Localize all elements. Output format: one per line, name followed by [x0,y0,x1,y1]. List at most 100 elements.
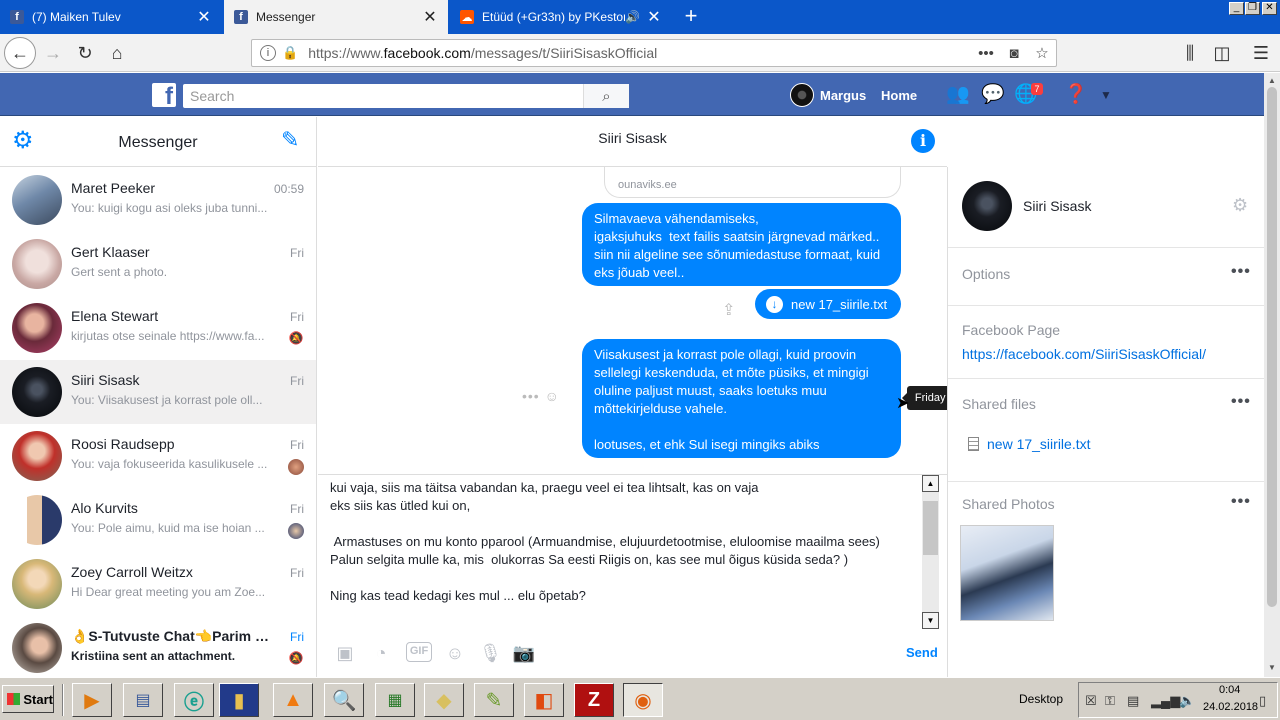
composer-scrollbar[interactable]: ▲ ▼ [922,475,939,629]
media-player-icon[interactable]: ▶ [72,683,112,717]
close-tab-icon[interactable]: ✕ [646,7,662,27]
conversation-item-roosi-raudsepp[interactable]: Roosi Raudsepp You: vaja fokuseerida kas… [0,424,316,488]
conversation-item-gert-klaaser[interactable]: Gert Klaaser Gert sent a photo. Fri [0,232,316,296]
close-window-button[interactable]: ✕ [1262,2,1277,15]
conversation-item-siiri-sisask[interactable]: Siiri Sisask You: Viisakusest ja korrast… [0,360,316,424]
forward-button[interactable]: → [38,38,68,68]
scrollbar-thumb[interactable] [1267,87,1277,607]
more-options-icon[interactable]: ••• [1231,263,1251,281]
tray-icon[interactable]: ▤ [1127,693,1139,709]
pocket-icon[interactable]: ◙ [1000,45,1028,62]
new-tab-button[interactable]: + [678,4,704,30]
conversation-item-elena-stewart[interactable]: Elena Stewart kirjutas otse seinale http… [0,296,316,360]
info-icon[interactable]: i [260,45,276,61]
restore-window-button[interactable]: ❐ [1245,2,1260,15]
page-scrollbar[interactable]: ▲ ▼ [1264,73,1280,677]
conversation-item-alo-kurvits[interactable]: Alo Kurvits You: Pole aimu, kuid ma ise … [0,488,316,552]
home-link[interactable]: Home [881,88,917,103]
compose-message-icon[interactable]: ✎ [281,129,299,151]
firefox-icon[interactable]: ◉ [623,683,663,717]
search-input[interactable] [183,84,583,108]
scroll-up-arrow-icon[interactable]: ▲ [922,475,939,492]
start-button[interactable]: Start [2,685,54,713]
sticker-icon[interactable]: ◔ [370,642,392,664]
browser-tab-soundcloud[interactable]: ☁ Etüüd (+Gr33n) by PKestonia 🔊 ✕ [450,0,672,34]
camera-icon[interactable]: 📷 [512,642,536,664]
info-icon[interactable]: i [911,129,935,153]
more-options-icon[interactable]: ••• [1231,493,1251,511]
gif-icon[interactable]: GIF [406,642,432,662]
lock-icon[interactable]: 🔒 [282,45,298,61]
text-editor-icon[interactable]: ✎ [474,683,514,717]
conversation-title[interactable]: Siiri Sisask [318,130,947,146]
close-tab-icon[interactable]: ✕ [196,7,212,27]
office-icon[interactable]: ◧ [524,683,564,717]
tray-icon[interactable]: ☒ [1085,693,1097,709]
conversation-item-zoey-carroll-weitzx[interactable]: Zoey Carroll Weitzx Hi Dear great meetin… [0,552,316,616]
conversation-item-s-tutvuste-chat[interactable]: 👌S-Tutvuste Chat👈Parim Ü... Kristiina se… [0,616,316,680]
conversation-item-maret-peeker[interactable]: Maret Peeker You: kuigi kogu asi oleks j… [0,168,316,232]
share-icon[interactable]: ⇪ [722,300,735,320]
scroll-down-arrow-icon[interactable]: ▼ [1266,662,1278,674]
sent-message-bubble[interactable]: Silmavaeva vähendamiseks, igaksjuhuks te… [582,203,901,286]
document-viewer-icon[interactable]: ▤ [123,683,163,717]
clock-date[interactable]: 24.02.2018 [1203,701,1258,713]
address-bar[interactable]: i 🔒 https://www.facebook.com/messages/t/… [251,39,1057,67]
terminal-icon[interactable]: ▦ [375,683,415,717]
emoji-reaction-icon[interactable]: ☺ [545,388,560,404]
clock-time[interactable]: 0:04 [1219,684,1240,696]
send-button[interactable]: Send [906,645,938,660]
message-input[interactable]: kui vaja, siis ma täitsa vabandan ka, pr… [330,479,922,627]
vlc-icon[interactable]: ▲ [273,683,313,717]
contact-name[interactable]: Siiri Sisask [1023,198,1091,214]
emoji-icon[interactable]: ☺ [444,642,466,664]
facebook-logo-icon[interactable]: f [152,83,176,107]
message-composer[interactable]: kui vaja, siis ma täitsa vabandan ka, pr… [318,474,947,632]
shared-photo-thumbnail[interactable] [960,525,1054,621]
browser-tab-maiken[interactable]: f (7) Maiken Tulev ✕ [0,0,222,34]
link-preview-card[interactable]: ounaviks.ee [604,167,901,198]
search-button[interactable]: ⌕ [583,84,629,108]
profile-link[interactable]: Margus [790,83,866,107]
more-options-icon[interactable]: ••• [1231,393,1251,411]
help-icon[interactable]: ❓ [1064,84,1088,106]
settings-gear-icon[interactable]: ⚙ [1232,195,1248,216]
sent-message-bubble[interactable]: Viisakusest ja korrast pole ollagi, kuid… [582,339,901,458]
messenger-icon[interactable]: 💬 [981,84,1005,106]
options-section[interactable]: Options ••• [948,247,1265,305]
sidebar-button[interactable]: ◫ [1207,38,1237,68]
account-menu-chevron-icon[interactable]: ▼ [1094,84,1118,106]
minimize-window-button[interactable]: _ [1229,2,1244,15]
notes-icon[interactable]: ◆ [424,683,464,717]
filezilla-icon[interactable]: Z [574,683,614,717]
microphone-icon[interactable]: 🎙 [479,642,502,664]
speaker-icon[interactable]: 🔊 [625,10,640,24]
browser-e-icon[interactable]: ⓔ [174,683,214,717]
network-signal-icon[interactable]: ▂▄▆ [1151,693,1180,709]
library-button[interactable]: ⫼ [1175,38,1205,68]
file-attachment-bubble[interactable]: ↓ new 17_siirile.txt [755,289,901,319]
menu-button[interactable]: ☰ [1246,38,1276,68]
volume-icon[interactable]: 🔈 [1179,693,1195,709]
url-text[interactable]: https://www.facebook.com/messages/t/Siir… [308,45,972,61]
more-options-icon[interactable]: ••• [522,388,540,404]
tray-icon[interactable]: ▯ [1259,693,1266,709]
browser-tab-messenger[interactable]: f Messenger ✕ [224,0,448,34]
facebook-page-link[interactable]: https://facebook.com/SiiriSisaskOfficial… [962,346,1206,362]
shared-file-item[interactable]: new 17_siirile.txt [968,436,1091,452]
avatar[interactable] [962,181,1012,231]
tray-icon[interactable]: ⚿ [1105,693,1115,709]
bookmark-star-icon[interactable]: ☆ [1028,44,1056,62]
back-button[interactable]: ← [4,37,36,69]
friend-requests-icon[interactable]: 👥 [946,84,970,106]
page-actions-icon[interactable]: ••• [972,45,1000,62]
close-tab-icon[interactable]: ✕ [422,7,438,27]
folder-icon[interactable]: ▮ [219,683,259,717]
scroll-down-arrow-icon[interactable]: ▼ [922,612,939,629]
desktop-toolbar-label[interactable]: Desktop [1019,692,1063,706]
message-actions[interactable]: ••• ☺ [522,388,560,404]
scrollbar-thumb[interactable] [923,501,938,555]
reload-button[interactable]: ↻ [70,38,100,68]
search-tool-icon[interactable]: 🔍 [324,683,364,717]
home-button[interactable]: ⌂ [102,38,132,68]
